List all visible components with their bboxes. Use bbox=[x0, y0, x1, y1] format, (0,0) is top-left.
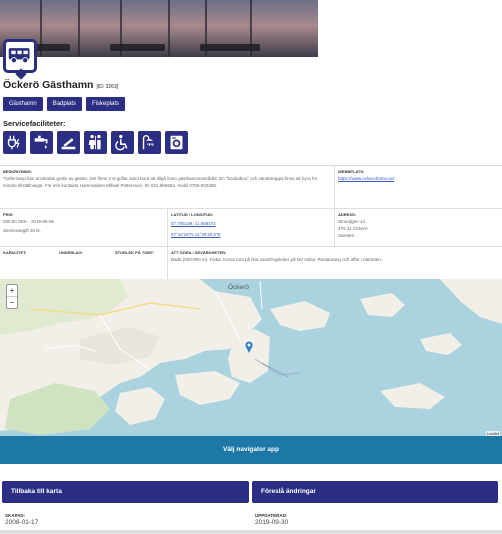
navigator-app-button[interactable]: Välj navigator app bbox=[0, 436, 502, 464]
price-text: 200.00 SEK - 2019-06-05 bbox=[3, 219, 55, 224]
updated-label: UPPDATERAD: bbox=[255, 513, 288, 518]
facility-icons bbox=[3, 131, 188, 154]
info-row-capacity: KAPACITET: UNDERLAG: STORLEK PÅ TOMT: AT… bbox=[0, 246, 502, 279]
created-label: SKAPAD: bbox=[5, 513, 26, 518]
address-line-3: Sweden bbox=[338, 233, 355, 238]
info-row-description: BESKRIVNING: Trailerramp kan användas gr… bbox=[0, 165, 502, 208]
coords-decimal-link[interactable]: 57.705139, 11.658472 bbox=[171, 219, 331, 228]
zoom-out-button[interactable]: − bbox=[7, 296, 17, 308]
created-info: SKAPAD: 2008-01-17 bbox=[5, 513, 38, 526]
todo-label: ATT GÖRA / SEVÄRDHETER: bbox=[171, 250, 227, 255]
back-to-map-button[interactable]: Tillbaka till karta bbox=[2, 481, 249, 503]
created-date: 2008-01-17 bbox=[5, 519, 39, 526]
facilities-heading: Servicefaciliteter: bbox=[3, 119, 66, 128]
shower-icon bbox=[138, 131, 161, 154]
website-link[interactable]: https://www.ockerohamn.se/ bbox=[338, 174, 499, 183]
address-label: ADRESS: bbox=[338, 212, 357, 217]
water-icon bbox=[30, 131, 53, 154]
updated-date: 2019-09-30 bbox=[255, 519, 289, 526]
description-cell: BESKRIVNING: Trailerramp kan användas gr… bbox=[0, 166, 334, 208]
website-cell: WEBBPLATS: https://www.ockerohamn.se/ bbox=[334, 166, 502, 208]
price-cell: PRIS: 200.00 SEK - 2019-06-05 Serviceavg… bbox=[0, 209, 167, 246]
category-gasthamn[interactable]: Gästhamn bbox=[3, 97, 43, 111]
electricity-icon bbox=[3, 131, 26, 154]
place-label-ockero: Öckerö bbox=[228, 284, 249, 291]
page-title: Öckerö Gästhamn [ID: 3263] bbox=[3, 79, 118, 91]
horizontal-scrollbar[interactable] bbox=[0, 530, 502, 534]
coords-cell: LATITUD / LONGITUD: 57.705139, 11.658472… bbox=[167, 209, 334, 246]
size-cell: STORLEK PÅ TOMT: bbox=[112, 247, 167, 279]
map-view[interactable]: Öckerö + − Leaflet bbox=[0, 279, 502, 437]
capacity-label: KAPACITET: bbox=[3, 250, 27, 255]
wheelchair-icon bbox=[111, 131, 134, 154]
place-name: Öckerö Gästhamn bbox=[3, 79, 94, 91]
description-text: Trailerramp kan användas gratis av gäste… bbox=[3, 176, 318, 188]
category-tags: Gästhamn Badplats Fiskeplats bbox=[3, 97, 126, 111]
address-line-1: Strandgen 14 bbox=[338, 219, 366, 224]
price-label: PRIS: bbox=[3, 212, 14, 217]
motorhome-icon bbox=[3, 39, 37, 73]
coords-dms-link[interactable]: 57°42'18"N 11°39'30.5"E bbox=[171, 230, 331, 239]
address-cell: ADRESS: Strandgen 14 475 31 Öckerö Swede… bbox=[334, 209, 502, 246]
category-badplats[interactable]: Badplats bbox=[46, 97, 83, 111]
info-row-price: PRIS: 200.00 SEK - 2019-06-05 Serviceavg… bbox=[0, 208, 502, 246]
zoom-control: + − bbox=[6, 284, 18, 309]
capacity-cell: KAPACITET: bbox=[0, 247, 56, 279]
suggest-changes-button[interactable]: Föreslå ändringar bbox=[252, 481, 498, 503]
laundry-icon bbox=[165, 131, 188, 154]
description-label: BESKRIVNING: bbox=[3, 169, 33, 174]
todo-text: Bada (500-800 m). Fiska. Korsa runt på f… bbox=[171, 257, 383, 262]
category-fiskeplats[interactable]: Fiskeplats bbox=[86, 97, 126, 111]
zoom-in-button[interactable]: + bbox=[7, 285, 17, 296]
service-price: Serviceavgift 30 kr. bbox=[3, 228, 42, 233]
map-tiles bbox=[0, 279, 502, 435]
place-id: [ID: 3263] bbox=[96, 84, 119, 90]
septic-emptying-icon bbox=[57, 131, 80, 154]
size-label: STORLEK PÅ TOMT: bbox=[115, 250, 154, 255]
map-location-marker[interactable] bbox=[245, 340, 253, 353]
substrate-label: UNDERLAG: bbox=[59, 250, 83, 255]
updated-info: UPPDATERAD: 2019-09-30 bbox=[255, 513, 288, 526]
todo-cell: ATT GÖRA / SEVÄRDHETER: Bada (500-800 m)… bbox=[167, 247, 502, 279]
address-line-2: 475 31 Öckerö bbox=[338, 226, 368, 231]
place-photo bbox=[0, 0, 318, 57]
coords-label: LATITUD / LONGITUD: bbox=[171, 212, 214, 217]
toilets-icon bbox=[84, 131, 107, 154]
substrate-cell: UNDERLAG: bbox=[56, 247, 112, 279]
